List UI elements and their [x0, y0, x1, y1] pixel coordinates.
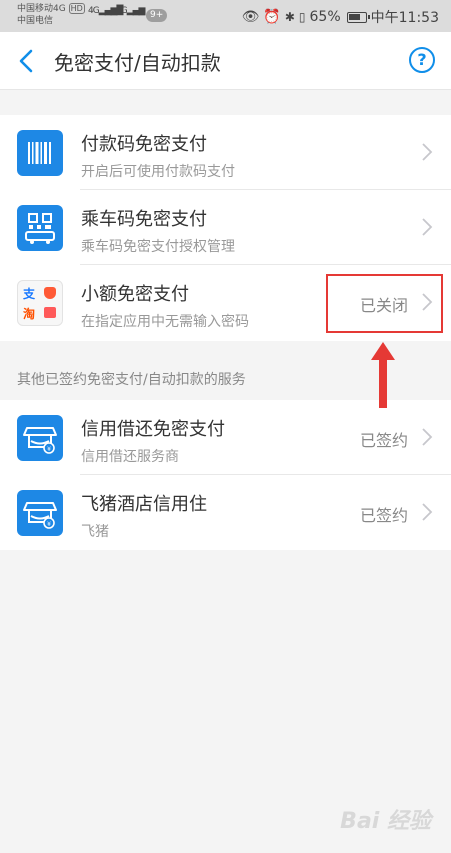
- svg-text:¥: ¥: [47, 521, 51, 528]
- eye-icon: 👁: [241, 9, 260, 25]
- battery-icon: [346, 11, 370, 23]
- carrier-1: 中国移动4G: [17, 4, 66, 14]
- network-type-2: 2G: [116, 6, 128, 16]
- page-title: 免密支付/自动扣款: [54, 51, 221, 75]
- store-mini-icon: [44, 307, 56, 318]
- list-item-barcode-pay[interactable]: 付款码免密支付 开启后可使用付款码支付: [0, 115, 451, 190]
- row-title: 小额免密支付: [81, 284, 189, 305]
- hd-badge: HD: [68, 3, 85, 14]
- chevron-right-icon: [422, 293, 433, 311]
- status-right: 👁 ⏰ ✱ ▯ 65% 中午11:53: [242, 7, 439, 27]
- status-text: 已关闭: [359, 296, 408, 315]
- watermark: Bai 经验: [340, 809, 431, 834]
- chevron-right-icon: [422, 428, 433, 446]
- alipay-taobao-icon: 支 淘: [17, 280, 63, 326]
- battery-percent: 65%: [309, 9, 341, 25]
- row-subtitle: 飞猪: [81, 524, 109, 540]
- taobao-mini-icon: 淘: [23, 307, 36, 321]
- bluetooth-icon: ✱: [284, 10, 295, 24]
- chevron-right-icon: [422, 503, 433, 521]
- chevron-right-icon: [422, 218, 433, 236]
- bus-qr-icon: [17, 205, 63, 251]
- carrier-2: 中国电信: [17, 16, 54, 26]
- row-subtitle: 在指定应用中无需输入密码: [81, 314, 249, 330]
- status-text: 已签约: [359, 506, 408, 525]
- row-subtitle: 乘车码免密支付授权管理: [81, 239, 235, 255]
- list-item-small-amount-pay[interactable]: 支 淘 小额免密支付 在指定应用中无需输入密码 已关闭: [0, 265, 451, 340]
- barcode-icon: [17, 130, 63, 176]
- chevron-right-icon: [422, 143, 433, 161]
- alarm-icon: ⏰: [263, 9, 281, 25]
- back-arrow-icon[interactable]: [12, 46, 42, 76]
- clock: 中午11:53: [370, 10, 439, 26]
- list-item-credit-borrow[interactable]: ¥ 信用借还免密支付 信用借还服务商 已签约: [0, 400, 451, 475]
- status-bar: 中国移动4G HD 中国电信 4G▂▄▆█ 2G▂▄▆ 9+ 👁 ⏰ ✱ ▯ 6…: [0, 0, 451, 32]
- help-icon[interactable]: ?: [409, 47, 435, 73]
- section-header: 其他已签约免密支付/自动扣款的服务: [17, 372, 246, 388]
- shield-mini-icon: [44, 287, 56, 299]
- signal-2-icon: 2G▂▄▆: [116, 6, 145, 16]
- payment-settings-list: 付款码免密支付 开启后可使用付款码支付 乘车码免密支付 乘车码免密支付授权管理: [0, 115, 451, 341]
- alipay-mini-icon: 支: [23, 287, 36, 301]
- row-title: 信用借还免密支付: [81, 419, 225, 440]
- row-subtitle: 信用借还服务商: [81, 449, 179, 465]
- carrier-info: 中国移动4G HD 中国电信: [17, 3, 85, 27]
- row-title: 付款码免密支付: [81, 134, 207, 155]
- list-item-transit-pay[interactable]: 乘车码免密支付 乘车码免密支付授权管理: [0, 190, 451, 265]
- list-item-fliggy-hotel[interactable]: ¥ 飞猪酒店信用住 飞猪 已签约: [0, 475, 451, 550]
- notification-badge: 9+: [146, 9, 168, 22]
- network-type-1: 4G: [88, 6, 100, 16]
- row-title: 飞猪酒店信用住: [81, 494, 207, 515]
- shop-icon: ¥: [17, 490, 63, 536]
- status-text: 已签约: [359, 431, 408, 450]
- shop-icon: ¥: [17, 415, 63, 461]
- vibrate-icon: ▯: [298, 10, 306, 24]
- row-subtitle: 开启后可使用付款码支付: [81, 164, 235, 180]
- signed-services-list: ¥ 信用借还免密支付 信用借还服务商 已签约 ¥ 飞猪酒店信用住 飞猪 已签约: [0, 400, 451, 550]
- annotation-arrow-icon: [371, 342, 395, 408]
- nav-bar: 免密支付/自动扣款 ?: [0, 32, 451, 90]
- row-title: 乘车码免密支付: [81, 209, 207, 230]
- svg-text:¥: ¥: [47, 446, 51, 453]
